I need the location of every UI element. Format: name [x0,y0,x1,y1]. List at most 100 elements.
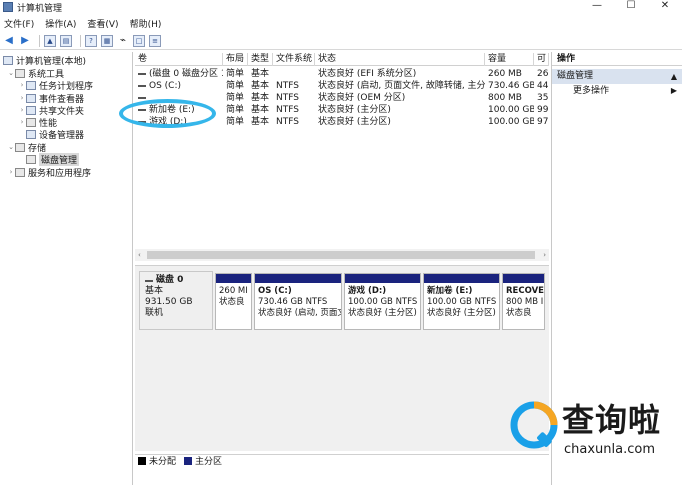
legend-swatch-primary [184,456,193,465]
menu-view[interactable]: 查看(V) [87,17,118,30]
chevron-right-icon[interactable]: › [18,94,26,102]
partition-status: 状态良好 (启动, 页面文 [258,308,341,318]
new-window-icon[interactable]: □ [133,34,145,47]
chevron-right-icon[interactable]: › [7,168,15,176]
volume-name-cell: (磁盘 0 磁盘分区 1) [135,68,223,80]
volume-icon [138,120,146,123]
tree-item-system-tools[interactable]: ⌄ 系统工具 [7,67,64,80]
watermark-text: 查询啦 [562,401,662,439]
chevron-right-icon[interactable]: › [18,81,26,89]
volume-name-cell: OS (C:) [135,80,223,92]
type-cell: 基本 [251,117,270,127]
volume-row[interactable]: OS (C:) 简单 基本 NTFS 状态良好 (启动, 页面文件, 故障转储,… [135,80,549,92]
tree-item-performance[interactable]: › 性能 [18,116,57,129]
partition-status: 状态良好 (主分区) [427,308,496,318]
partition-status: 状态良 [506,308,532,318]
menu-bar: 文件(F) 操作(A) 查看(V) 帮助(H) [0,16,682,30]
volume-icon [138,96,146,99]
filesystem-cell: NTFS [276,117,299,127]
layout-cell: 简单 [226,93,245,103]
type-cell: 基本 [251,81,270,91]
volume-icon [138,108,146,111]
tree-item-event-viewer[interactable]: › 事件查看器 [18,92,84,105]
partition-size: 260 MI [219,286,248,296]
status-cell: 状态良好 (OEM 分区) [318,93,406,103]
tree-item-root[interactable]: 计算机管理(本地) [3,54,86,67]
volume-row[interactable]: 简单 基本 NTFS 状态良好 (OEM 分区) 800 MB 35 [135,92,549,104]
window-title: 计算机管理 [17,3,63,14]
column-header-volume[interactable]: 卷 [135,53,223,66]
tree-item-task-scheduler[interactable]: › 任务计划程序 [18,79,93,92]
event-log-icon [26,93,36,103]
close-button[interactable]: ✕ [648,0,682,14]
show-hide-tree-icon[interactable]: ▤ [60,34,72,47]
back-icon[interactable]: ◀ [3,35,15,47]
chevron-down-icon[interactable]: ⌄ [7,69,15,77]
partition-block[interactable]: RECOVEI 800 MB I 状态良 [502,273,545,330]
forward-icon[interactable]: ▶ [19,35,31,47]
disk-info[interactable]: 磁盘 0 基本 931.50 GB 联机 [139,271,213,330]
help-icon[interactable]: ? [85,34,97,47]
partition-block[interactable]: 260 MI 状态良 [215,273,252,330]
volume-list: 卷 布局 类型 文件系统 状态 容量 可 (磁盘 0 磁盘分区 1) 简单 基本… [135,53,549,262]
tree-item-services-apps[interactable]: › 服务和应用程序 [7,166,91,179]
partition-size: 100.00 GB NTFS [427,297,497,307]
partition-stripe [503,274,544,283]
partition-stripe [424,274,499,283]
type-cell: 基本 [251,105,270,115]
partition-name: OS (C:) [258,286,292,296]
partition-block[interactable]: OS (C:) 730.46 GB NTFS 状态良好 (启动, 页面文 [254,273,342,330]
partition-block[interactable]: 新加卷 (E:) 100.00 GB NTFS 状态良好 (主分区) [423,273,500,330]
partition-block[interactable]: 游戏 (D:) 100.00 GB NTFS 状态良好 (主分区) [344,273,421,330]
tree-item-storage[interactable]: ⌄ 存储 [7,141,46,154]
scroll-left-icon[interactable]: ‹ [138,249,141,261]
menu-help[interactable]: 帮助(H) [130,17,162,30]
maximize-button[interactable]: ☐ [614,0,648,14]
column-header-status[interactable]: 状态 [315,53,485,66]
chevron-down-icon[interactable]: ⌄ [7,143,15,151]
chevron-right-icon[interactable]: › [18,118,26,126]
partition-size: 800 MB I [506,297,544,307]
volume-list-header: 卷 布局 类型 文件系统 状态 容量 可 [135,53,549,66]
column-header-free[interactable]: 可 [534,53,549,66]
up-folder-icon[interactable]: ▲ [44,34,56,47]
export-list-icon[interactable]: ≡ [149,34,161,47]
partition-stripe [345,274,420,283]
column-header-filesystem[interactable]: 文件系统 [273,53,315,66]
tree-item-device-manager[interactable]: 设备管理器 [26,128,84,141]
disk-icon [145,279,153,282]
horizontal-scrollbar[interactable]: ‹ › [135,249,549,261]
column-header-layout[interactable]: 布局 [223,53,248,66]
scrollbar-thumb[interactable] [147,251,535,259]
volume-name-cell [135,92,223,104]
tree-item-shared-folders[interactable]: › 共享文件夹 [18,104,84,117]
volume-row[interactable]: 新加卷 (E:) 简单 基本 NTFS 状态良好 (主分区) 100.00 GB… [135,104,549,116]
menu-action[interactable]: 操作(A) [45,17,76,30]
services-icon [15,167,25,177]
column-header-type[interactable]: 类型 [248,53,273,66]
actions-section-disk-management[interactable]: 磁盘管理 ▲ [552,69,682,84]
partition-status: 状态良好 (主分区) [348,308,417,318]
partition-name: RECOVEI [506,286,544,296]
collapse-up-icon[interactable]: ▲ [671,69,677,84]
clock-icon [26,80,36,90]
connect-icon[interactable]: ⌁ [117,35,129,47]
navigation-tree: 计算机管理(本地) ⌄ 系统工具 › 任务计划程序 › 事件查看器 › 共享文件… [0,52,133,485]
properties-icon[interactable]: ▦ [101,34,113,47]
volume-row[interactable]: (磁盘 0 磁盘分区 1) 简单 基本 状态良好 (EFI 系统分区) 260 … [135,68,549,80]
chevron-right-icon: ▶ [670,86,677,95]
window-controls: — ☐ ✕ [580,0,682,14]
minimize-button[interactable]: — [580,0,614,14]
volume-row[interactable]: 游戏 (D:) 简单 基本 NTFS 状态良好 (主分区) 100.00 GB … [135,116,549,128]
chevron-right-icon[interactable]: › [18,106,26,114]
partition-status: 状态良 [219,297,245,307]
partition-stripe [255,274,341,283]
disk-status: 联机 [145,308,164,318]
free-cell: 99 [537,105,549,115]
tree-item-disk-management[interactable]: 磁盘管理 [26,152,80,166]
menu-file[interactable]: 文件(F) [4,17,34,30]
legend-label-unallocated: 未分配 [149,457,177,467]
more-actions-item[interactable]: 更多操作 ▶ [552,84,682,98]
scroll-right-icon[interactable]: › [543,249,546,261]
column-header-capacity[interactable]: 容量 [485,53,534,66]
